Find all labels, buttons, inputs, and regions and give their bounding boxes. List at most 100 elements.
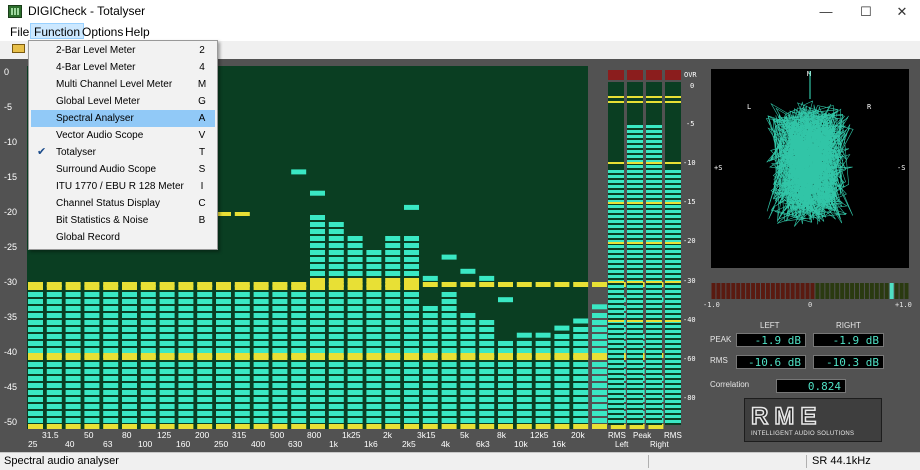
spectrum-bar-segment — [122, 320, 137, 325]
level-meter-segment — [608, 420, 624, 423]
spectrum-bar-segment — [573, 404, 589, 409]
level-meter-segment — [665, 395, 681, 398]
spectrum-reference-line — [310, 282, 325, 287]
menu-item-itu-ebu-meter[interactable]: ITU 1770 / EBU R 128 Meter I — [31, 178, 215, 195]
spectrum-reference-line — [516, 282, 532, 287]
spectrum-reference-line — [404, 282, 419, 287]
menu-item-spectral-analyser[interactable]: Spectral Analyser A — [31, 110, 215, 127]
level-meter-segment — [608, 405, 624, 408]
spectrum-reference-line — [347, 424, 363, 429]
spectrum-reference-line — [140, 353, 156, 358]
level-meter-segment — [627, 285, 643, 288]
level-meter-segment — [665, 235, 681, 238]
level-meter-segment — [665, 290, 681, 293]
spectrum-bar-segment — [328, 229, 344, 234]
spectrum-bar-segment — [272, 348, 288, 353]
spectrum-bar-segment — [328, 327, 344, 332]
spectrum-bar-segment — [197, 299, 213, 304]
spectrum-reference-line — [253, 282, 269, 287]
spectrum-bar-segment — [554, 362, 570, 367]
spectrum-bar-segment — [385, 334, 401, 339]
level-meter-segment — [627, 255, 643, 258]
spectrum-bar-segment — [140, 404, 156, 409]
level-meter-segment — [608, 195, 624, 198]
level-meter-segment — [646, 245, 662, 248]
spectrum-bar-segment — [291, 411, 307, 416]
y-tick-label: -10 — [4, 137, 18, 147]
menu-item-shortcut: C — [198, 198, 206, 209]
menu-item-multi-channel-level-meter[interactable]: Multi Channel Level Meter M — [31, 76, 215, 93]
spectrum-bar-segment — [197, 348, 213, 353]
spectrum-bar-segment — [498, 376, 513, 381]
menu-item-label: Bit Statistics & Noise — [56, 215, 149, 226]
level-meter-segment — [646, 145, 662, 148]
spectrum-bar-segment — [516, 369, 532, 374]
spectrum-bar-segment — [272, 376, 288, 381]
spectrum-bar-segment — [46, 404, 62, 409]
level-meter-segment — [665, 245, 681, 248]
spectrum-bar-segment — [140, 418, 156, 423]
spectrum-bar-segment — [516, 348, 532, 353]
level-meter-marker — [608, 96, 624, 98]
spectrum-bar-segment — [197, 418, 213, 423]
level-meter-segment — [665, 355, 681, 358]
spectrum-peak-marker — [291, 169, 307, 175]
menu-item-4-bar-level-meter[interactable]: 4-Bar Level Meter 4 — [31, 59, 215, 76]
spectrum-bar-segment — [140, 341, 156, 346]
spectrum-bar-segment — [573, 362, 589, 367]
spectrum-reference-line — [592, 282, 607, 287]
spectrum-reference-line — [253, 353, 269, 358]
spectrum-bar-segment — [479, 341, 495, 346]
x-tick-label: 800 — [307, 430, 322, 440]
spectrum-reference-line — [347, 282, 363, 287]
spectrum-bar-segment — [178, 369, 194, 374]
spectrum-reference-line — [28, 282, 43, 287]
spectrum-bar-segment — [178, 327, 194, 332]
spectrum-bar-segment — [310, 306, 325, 311]
spectrum-peak-marker — [516, 332, 532, 338]
level-meter-marker — [608, 320, 624, 322]
spectrum-bar-segment — [272, 390, 288, 395]
menu-item-surround-audio-scope[interactable]: Surround Audio Scope S — [31, 161, 215, 178]
spectrum-bar-segment — [46, 334, 62, 339]
spectrum-bar-segment — [197, 411, 213, 416]
level-meter-segment — [627, 205, 643, 208]
menu-item-global-level-meter[interactable]: Global Level Meter G — [31, 93, 215, 110]
spectrum-bar-segment — [479, 411, 495, 416]
spectrum-bar-segment — [404, 243, 419, 248]
spectrum-bar-segment — [46, 369, 62, 374]
y-tick-label: 0 — [4, 67, 10, 77]
spectrum-bar-segment — [385, 327, 401, 332]
spectrum-bar-segment — [422, 418, 438, 423]
rme-tagline: INTELLIGENT AUDIO SOLUTIONS — [751, 431, 855, 437]
level-meter-segment — [646, 285, 662, 288]
spectrum-bar-segment — [46, 390, 62, 395]
menu-item-label: Spectral Analyser — [56, 113, 134, 124]
level-meter-segment — [665, 415, 681, 418]
spectrum-bar-segment — [422, 376, 438, 381]
menu-item-vector-audio-scope[interactable]: Vector Audio Scope V — [31, 127, 215, 144]
spectrum-bar-segment — [253, 292, 269, 297]
spectrum-bar-segment — [404, 397, 419, 402]
spectrum-bar-segment — [103, 390, 119, 395]
menu-item-channel-status-display[interactable]: Channel Status Display C — [31, 195, 215, 212]
level-meter-segment — [665, 185, 681, 188]
level-meter-segment — [665, 270, 681, 273]
spectrum-reference-line — [573, 282, 589, 287]
spectrum-bar-segment — [366, 271, 382, 276]
spectrum-bar-segment — [291, 341, 307, 346]
spectrum-bar-segment — [404, 411, 419, 416]
menu-item-global-record[interactable]: Global Record — [31, 229, 215, 246]
spectrum-bar-segment — [46, 348, 62, 353]
spectrum-bar-segment — [253, 334, 269, 339]
spectrum-bar-segment — [122, 327, 137, 332]
menu-item-2-bar-level-meter[interactable]: 2-Bar Level Meter 2 — [31, 42, 215, 59]
spectrum-bar-segment — [366, 411, 382, 416]
spectrum-reference-line — [140, 282, 156, 287]
level-meter-segment — [608, 355, 624, 358]
level-meter-segment — [627, 375, 643, 378]
level-meter-marker — [627, 202, 643, 204]
menu-item-bit-statistics-noise[interactable]: Bit Statistics & Noise B — [31, 212, 215, 229]
menu-item-totalyser[interactable]: ✔ Totalyser T — [31, 144, 215, 161]
level-meter-segment — [646, 345, 662, 348]
